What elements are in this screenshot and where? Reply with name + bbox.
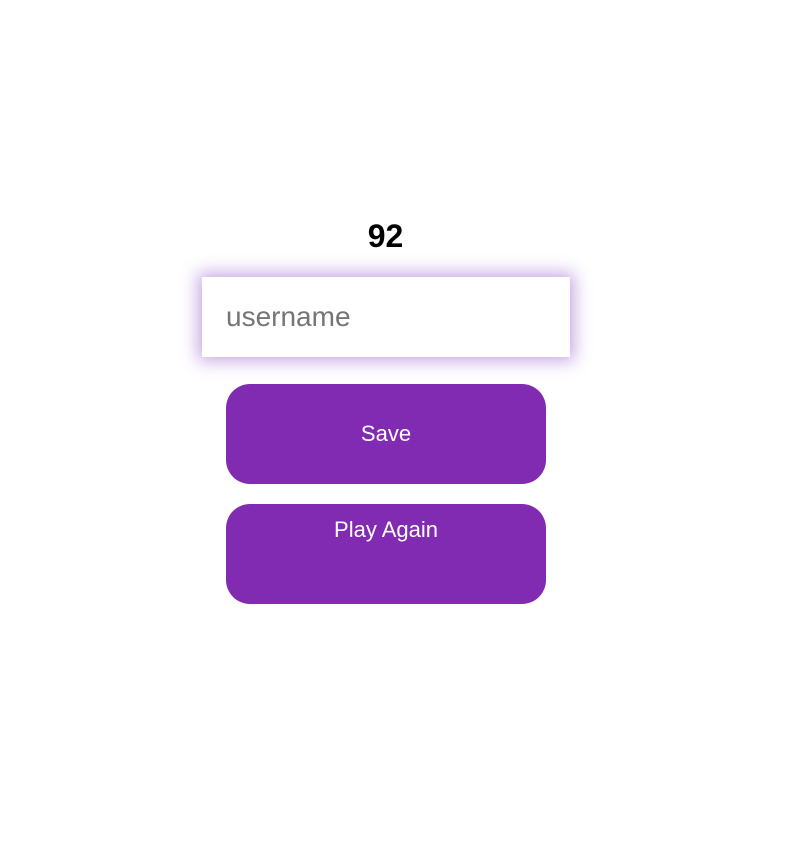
play-again-button[interactable]: Play Again [226, 504, 546, 604]
username-input[interactable] [202, 277, 570, 357]
save-button[interactable]: Save [226, 384, 546, 484]
final-score: 92 [367, 218, 404, 254]
end-game-screen: 92 Save Play Again [0, 0, 806, 852]
